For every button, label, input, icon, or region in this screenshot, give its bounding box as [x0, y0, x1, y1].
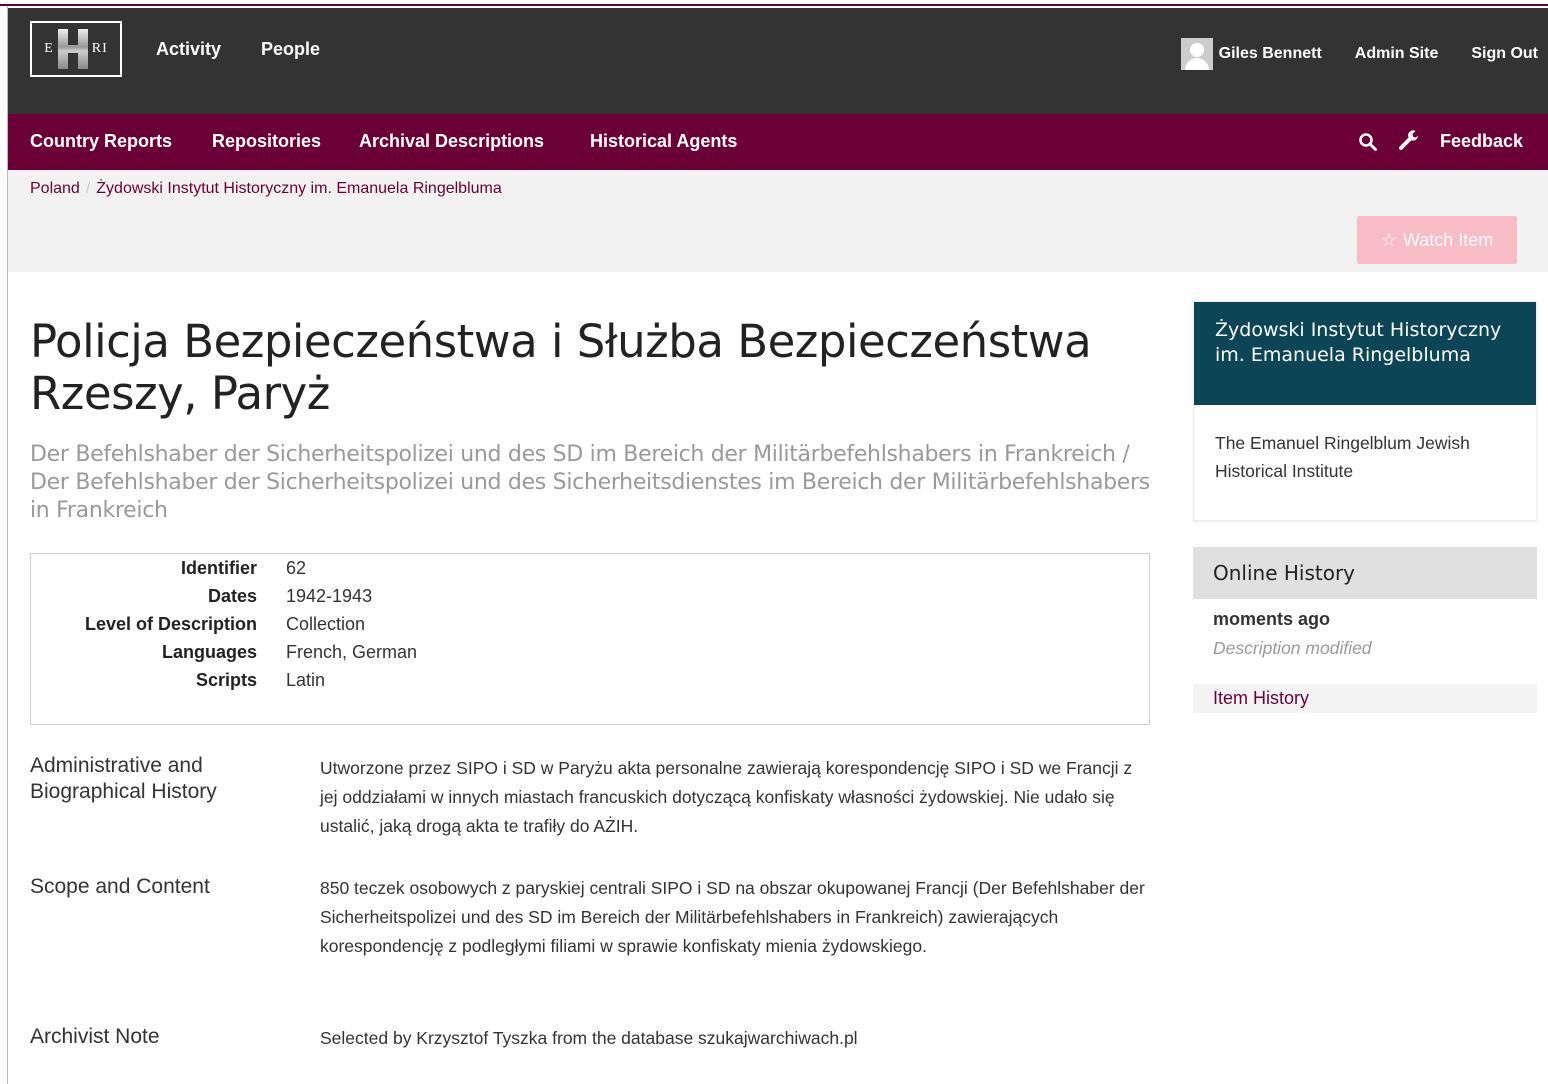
window-top-border — [0, 0, 1548, 6]
detail-value: 1942-1943 — [286, 586, 373, 606]
field-value-admin-history: Utworzone przez SIPO i SD w Paryżu akta … — [320, 758, 1133, 836]
online-history-heading: Online History — [1193, 547, 1537, 599]
field-label-archivist-note: Archivist Note — [30, 1025, 160, 1048]
field-label-admin-history: Administrative and Biographical History — [30, 754, 217, 803]
watch-item-button[interactable]: ☆ Watch Item — [1357, 216, 1517, 264]
star-icon: ☆ — [1380, 229, 1397, 250]
detail-label: Languages — [161, 642, 257, 662]
detail-value: French, German — [286, 642, 418, 662]
detail-value: Collection — [286, 614, 366, 634]
page-title: Policja Bezpieczeństwa i Służba Bezpiecz… — [30, 315, 1092, 420]
nav-repositories[interactable]: Repositories — [212, 131, 321, 152]
field-label-scope-content: Scope and Content — [30, 875, 210, 898]
detail-row: Dates 1942-1943 — [31, 586, 1149, 614]
institution-panel: Żydowski Instytut Historyczny im. Emanue… — [1193, 301, 1537, 521]
nav-activity-link[interactable]: Activity — [156, 39, 221, 60]
institution-name-link[interactable]: Żydowski Instytut Historyczny im. Emanue… — [1194, 302, 1536, 405]
search-icon[interactable] — [1358, 132, 1378, 152]
user-profile-link[interactable]: Giles Bennett — [1219, 45, 1322, 63]
detail-label: Level of Description — [84, 614, 257, 634]
breadcrumb-separator: / — [85, 180, 91, 197]
feedback-link[interactable]: Feedback — [1440, 131, 1523, 152]
breadcrumb-country-link[interactable]: Poland — [30, 180, 80, 197]
watch-item-label: Watch Item — [1402, 229, 1494, 250]
detail-row: Identifier 62 — [31, 558, 1149, 586]
site-logo[interactable]: E RI — [30, 21, 122, 77]
detail-label: Dates — [207, 586, 257, 606]
logo-mark-icon — [57, 29, 88, 69]
detail-row: Level of Description Collection — [31, 614, 1149, 642]
detail-row: Languages French, German — [31, 642, 1149, 670]
nav-historical-agents[interactable]: Historical Agents — [590, 131, 737, 152]
logo-letter-left: E — [44, 41, 54, 56]
details-box: Identifier 62 Dates 1942-1943 Level of D… — [30, 553, 1150, 725]
breadcrumb-band: Poland / Żydowski Instytut Historyczny im.… — [8, 170, 1548, 272]
field-value-archivist-note: Selected by Krzysztof Tyszka from the da… — [320, 1028, 858, 1048]
user-avatar-icon[interactable] — [1180, 38, 1213, 70]
institution-other-name: The Emanuel Ringelblum Jewish Historical… — [1215, 433, 1470, 481]
detail-value: 62 — [286, 558, 307, 578]
logo-letter-right: RI — [91, 41, 108, 56]
sign-out-link[interactable]: Sign Out — [1471, 45, 1538, 63]
breadcrumb-repository-link[interactable]: Żydowski Instytut Historyczny im. Emanue… — [96, 180, 501, 197]
history-event: Description modified — [1213, 638, 1372, 658]
nav-archival-descriptions[interactable]: Archival Descriptions — [359, 131, 544, 152]
detail-value: Latin — [286, 670, 326, 690]
admin-site-link[interactable]: Admin Site — [1355, 45, 1439, 63]
breadcrumb: Poland / Żydowski Instytut Historyczny im.… — [30, 180, 502, 198]
detail-label: Scripts — [195, 670, 257, 690]
detail-label: Identifier — [180, 558, 257, 578]
nav-country-reports[interactable]: Country Reports — [30, 131, 172, 152]
user-area: Giles Bennett Admin Site Sign Out — [1180, 38, 1538, 70]
wrench-icon[interactable] — [1397, 129, 1421, 153]
history-timestamp: moments ago — [1213, 609, 1331, 629]
field-value-scope-content: 850 teczek osobowych z paryskiej central… — [320, 878, 1145, 956]
item-history-link[interactable]: Item History — [1193, 684, 1537, 713]
top-navbar: E RI Activity People Giles Bennett Admin… — [8, 8, 1548, 114]
section-navbar: Country Reports Repositories Archival De… — [8, 114, 1548, 170]
detail-row: Scripts Latin — [31, 670, 1149, 698]
page-subtitle: Der Befehlshaber der Sicherheitspolizei … — [30, 442, 1150, 523]
nav-people-link[interactable]: People — [261, 39, 320, 60]
